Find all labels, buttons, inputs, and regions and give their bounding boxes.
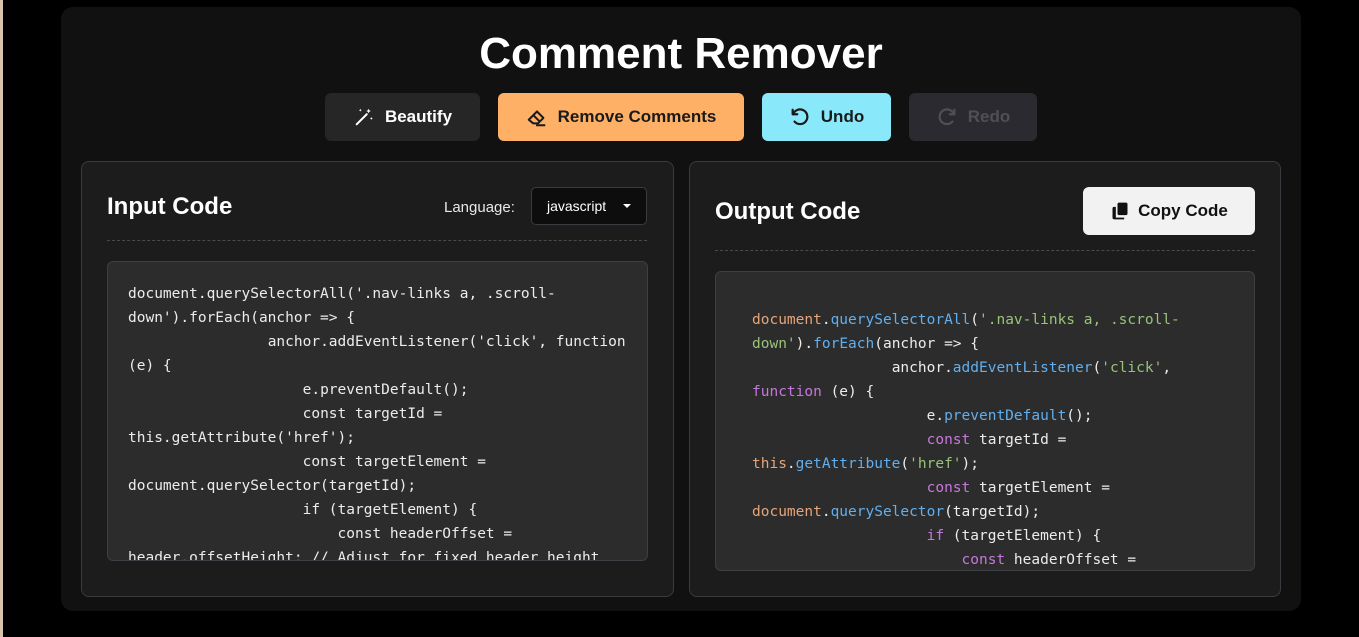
redo-button[interactable]: Redo: [909, 93, 1037, 141]
code-token: targetElement =: [970, 480, 1119, 496]
code-token: const: [961, 552, 1006, 568]
code-token: document: [752, 312, 822, 328]
code-token: targetId =: [970, 432, 1076, 448]
input-panel-title: Input Code: [107, 193, 233, 220]
input-divider: [107, 240, 647, 241]
copy-code-label: Copy Code: [1138, 201, 1228, 220]
output-panel-title: Output Code: [715, 198, 861, 225]
copy-icon: [1110, 201, 1130, 221]
output-panel: Output Code Copy Code document.querySele…: [689, 161, 1281, 597]
redo-label: Redo: [967, 107, 1011, 126]
code-token: preventDefault: [944, 408, 1067, 424]
code-token: forEach: [813, 336, 875, 352]
remove-comments-button[interactable]: Remove Comments: [498, 93, 744, 141]
beautify-label: Beautify: [384, 107, 453, 126]
magic-wand-icon: [353, 106, 375, 128]
code-token: (: [1092, 360, 1102, 376]
code-token: headerOffset =: [1005, 552, 1145, 568]
undo-icon: [789, 106, 811, 128]
code-token: function: [752, 384, 822, 400]
language-value: javascript: [547, 198, 607, 214]
code-token: querySelector: [830, 504, 945, 520]
undo-button[interactable]: Undo: [762, 93, 891, 141]
code-token: addEventListener: [952, 360, 1093, 376]
beautify-button[interactable]: Beautify: [325, 93, 480, 141]
copy-code-button[interactable]: Copy Code: [1083, 187, 1255, 235]
code-token: (: [970, 312, 979, 328]
input-code-editor[interactable]: document.querySelectorAll('.nav-links a,…: [107, 261, 648, 561]
code-token: querySelectorAll: [830, 312, 971, 328]
code-token: const: [926, 432, 971, 448]
language-label: Language:: [444, 199, 515, 216]
code-token: this: [752, 456, 787, 472]
undo-label: Undo: [820, 107, 865, 126]
code-token: getAttribute: [795, 456, 901, 472]
remove-comments-label: Remove Comments: [557, 107, 717, 126]
redo-icon: [936, 106, 958, 128]
code-token: .: [786, 456, 796, 472]
code-token: (: [900, 456, 910, 472]
code-token: ,: [1162, 360, 1180, 376]
app-container: Comment Remover Beautify Remove Comments: [61, 7, 1301, 611]
eraser-icon: [526, 106, 548, 128]
input-code-text: document.querySelectorAll('.nav-links a,…: [128, 286, 626, 561]
input-panel: Input Code Language: javascript document…: [81, 161, 674, 597]
page-title: Comment Remover: [479, 29, 883, 78]
code-token: const: [926, 480, 971, 496]
code-token: 'click': [1101, 360, 1163, 376]
output-divider: [715, 250, 1255, 251]
window-edge: [0, 0, 3, 637]
output-code-text: document.querySelectorAll('.nav-links a,…: [752, 308, 1218, 570]
code-token: .: [821, 312, 831, 328]
language-select[interactable]: javascript: [531, 187, 647, 225]
code-token: document: [752, 504, 822, 520]
output-code-view[interactable]: document.querySelectorAll('.nav-links a,…: [715, 271, 1255, 571]
code-token: 'href': [909, 456, 962, 472]
code-token: .: [821, 504, 831, 520]
code-token: ).: [795, 336, 814, 352]
code-token: if: [926, 528, 945, 544]
caret-down-icon: [623, 204, 631, 208]
